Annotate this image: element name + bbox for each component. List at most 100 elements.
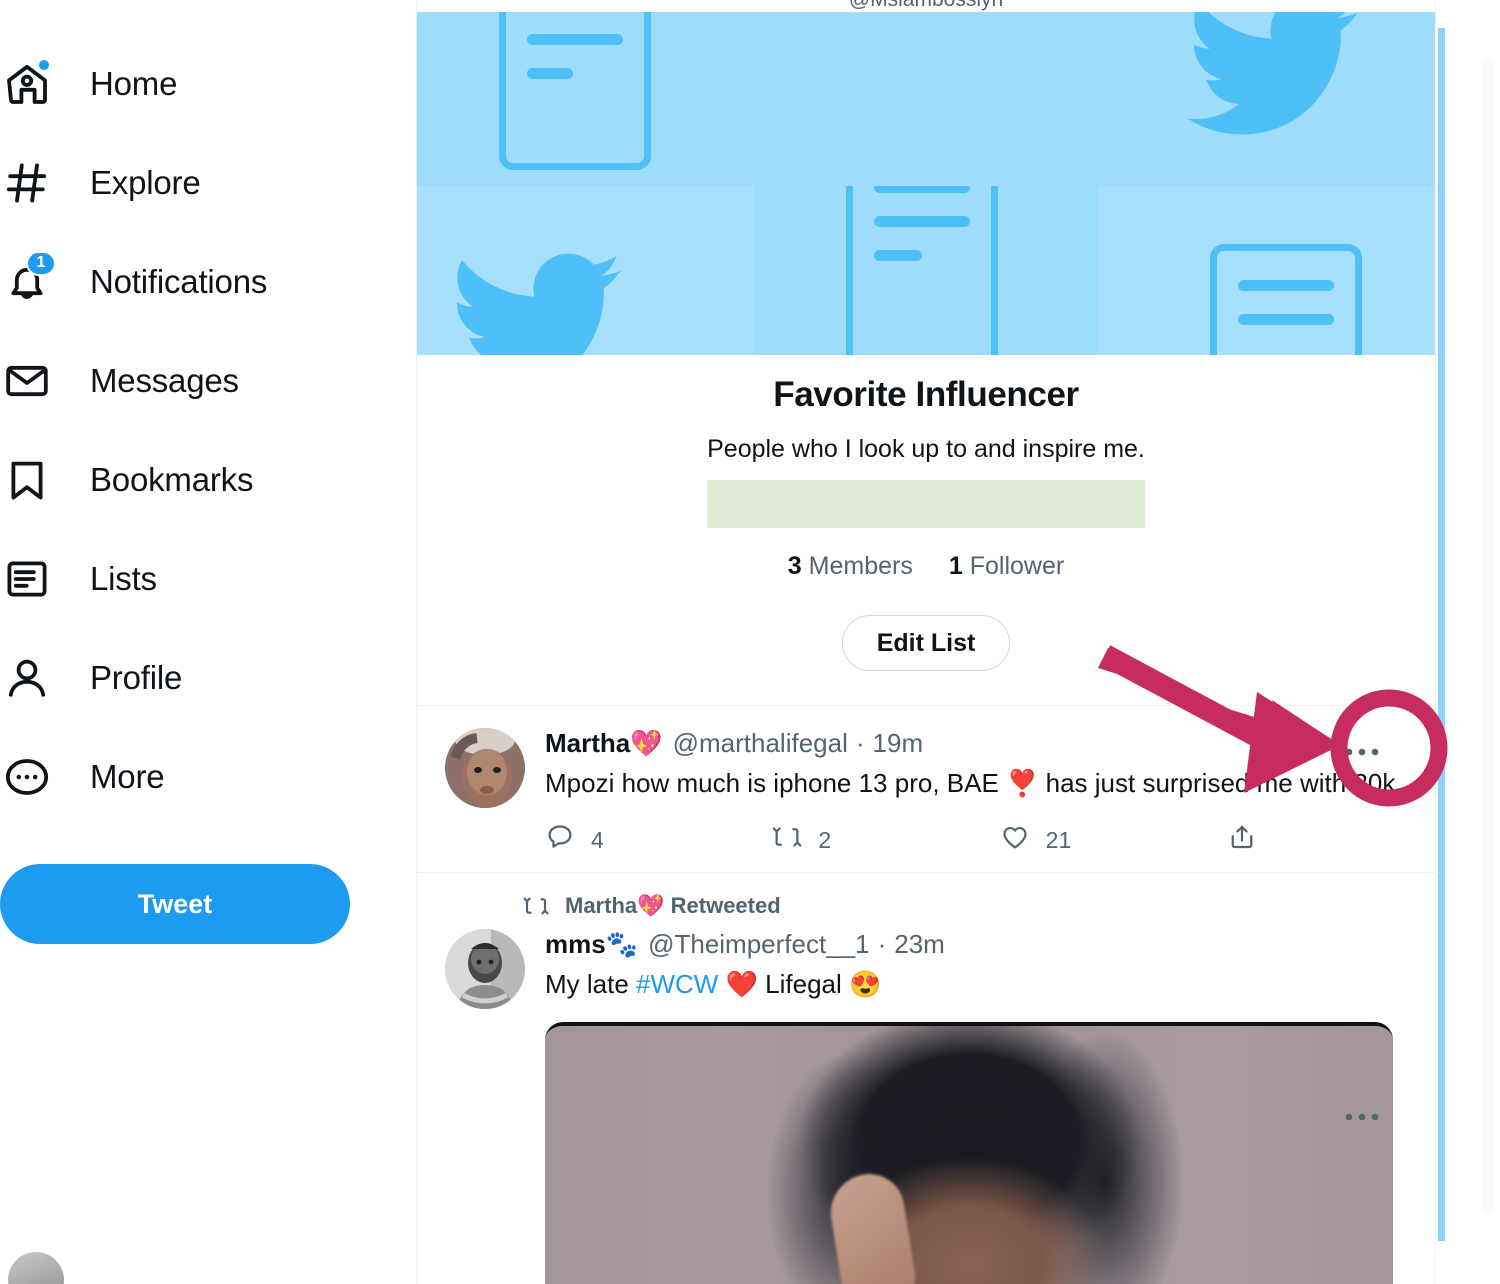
home-badge-dot — [37, 57, 51, 72]
heart-icon — [1000, 822, 1030, 858]
members-label: Members — [808, 552, 913, 580]
sidebar-item-label: More — [90, 757, 165, 795]
more-options-icon[interactable] — [1335, 732, 1389, 772]
author-name[interactable]: mms🐾 — [545, 929, 638, 960]
reply-count: 4 — [591, 826, 604, 853]
sidebar-item-label: Profile — [90, 658, 183, 696]
like-action[interactable]: 21 — [1000, 822, 1227, 858]
tweet-header: mms🐾 @Theimperfect__1 · 23m — [545, 929, 1411, 960]
banner-line — [873, 215, 970, 227]
timestamp[interactable]: 23m — [894, 929, 945, 960]
hashtag-icon — [0, 156, 54, 210]
banner-tile — [417, 185, 754, 355]
bell-icon: 1 — [0, 250, 56, 309]
retweet-count: 2 — [818, 826, 832, 853]
tweet-text-prefix: My late — [545, 969, 637, 1000]
sidebar-item-label: Messages — [90, 361, 239, 399]
banner-line — [527, 68, 573, 79]
person-icon — [0, 651, 54, 705]
table-row[interactable]: Martha💖 Retweeted mms🐾 @Theimperfect__1 … — [417, 872, 1435, 1284]
sidebar-item-home[interactable]: Home — [0, 34, 416, 133]
owner-handle-text: @Msiambosslyn — [849, 0, 1003, 12]
banner-pattern — [417, 12, 1435, 355]
sidebar-item-notifications[interactable]: 1 Notifications — [0, 232, 416, 331]
sidebar-item-lists[interactable]: Lists — [0, 529, 416, 628]
members-stat[interactable]: 3 Members — [788, 552, 913, 581]
author-handle[interactable]: @Theimperfect__1 — [648, 929, 870, 960]
sidebar-item-label: Home — [90, 64, 178, 102]
hashtag-link[interactable]: #WCW — [636, 969, 718, 999]
sidebar-item-label: Notifications — [90, 262, 268, 300]
edit-list-button[interactable]: Edit List — [841, 615, 1011, 671]
banner-tile — [1098, 12, 1435, 182]
banner-tile — [757, 185, 1095, 355]
notifications-badge: 1 — [26, 250, 56, 276]
sidebar-item-label: Explore — [90, 163, 201, 201]
tweet-button[interactable]: Tweet — [0, 864, 350, 944]
tweet-text: My late #WCW ❤️ Lifegal 😍 — [545, 968, 1411, 1001]
banner-tile — [757, 12, 1095, 182]
sidebar-item-profile[interactable]: Profile — [0, 628, 416, 727]
separator: · — [877, 929, 887, 960]
separator: · — [855, 728, 865, 758]
sidebar-item-explore[interactable]: Explore — [0, 133, 416, 232]
sidebar-nav-list: Home Explore 1 Notifications Messages Bo… — [0, 0, 416, 826]
more-circle-icon — [0, 750, 54, 804]
banner-line — [873, 249, 922, 261]
banner-document-icon — [845, 185, 998, 355]
reply-action[interactable]: 4 — [545, 822, 772, 858]
author-name[interactable]: Martha💖 — [545, 728, 663, 759]
banner-line — [1238, 313, 1335, 325]
main-column: @Msiambosslyn — [416, 0, 1436, 1284]
timestamp[interactable]: 19m — [873, 728, 924, 759]
retweet-icon — [523, 893, 549, 919]
list-banner — [417, 12, 1435, 355]
primary-sidebar: Home Explore 1 Notifications Messages Bo… — [0, 0, 416, 1284]
twitter-bird-icon — [1188, 12, 1359, 135]
page-scrollbar[interactable] — [1481, 56, 1495, 1216]
twitter-bird-icon — [456, 253, 621, 355]
tweet-media[interactable] — [545, 1021, 1393, 1284]
sidebar-item-bookmarks[interactable]: Bookmarks — [0, 430, 416, 529]
page-title: Favorite Influencer — [773, 375, 1079, 414]
edit-list-wrap: Edit List — [417, 615, 1435, 705]
ellipsis-glyph — [1345, 1113, 1379, 1121]
more-options-icon[interactable] — [1335, 1097, 1389, 1137]
like-count: 21 — [1045, 826, 1072, 853]
tweet-body: mms🐾 @Theimperfect__1 · 23m My late #WCW… — [525, 929, 1411, 1284]
mms-avatar-image — [445, 929, 525, 1010]
sidebar-item-label: Lists — [90, 559, 157, 597]
banner-tile — [1098, 185, 1435, 355]
sidebar-item-more[interactable]: More — [0, 727, 416, 826]
sidebar-item-messages[interactable]: Messages — [0, 331, 416, 430]
edge-strip — [1438, 28, 1445, 1241]
retweet-action[interactable]: 2 — [772, 822, 999, 858]
list-icon — [0, 552, 54, 606]
reply-icon — [545, 822, 575, 858]
share-icon — [1227, 822, 1257, 858]
bookmark-icon — [0, 453, 54, 507]
banner-line — [1238, 279, 1335, 291]
members-count: 3 — [787, 552, 802, 580]
author-handle[interactable]: @marthalifegal — [673, 728, 848, 759]
ellipsis-glyph — [1345, 748, 1379, 756]
right-rail — [1438, 0, 1500, 1284]
martha-avatar-image — [445, 728, 525, 808]
twitter-app: Home Explore 1 Notifications Messages Bo… — [0, 0, 1500, 1284]
followers-count: 1 — [948, 552, 963, 580]
retweeted-by-label: Martha💖 Retweeted — [565, 893, 781, 919]
list-description: People who I look up to and inspire me. — [707, 435, 1145, 463]
avatar[interactable] — [445, 929, 525, 1010]
banner-tile — [417, 12, 754, 182]
followers-stat[interactable]: 1 Follower — [949, 552, 1064, 581]
followers-label: Follower — [969, 552, 1065, 580]
account-avatar[interactable] — [8, 1252, 64, 1284]
media-photo — [545, 1025, 1393, 1284]
share-action[interactable] — [1227, 822, 1257, 858]
banner-line — [873, 185, 970, 193]
retweet-context: Martha💖 Retweeted — [445, 873, 1411, 919]
highlight-box — [707, 480, 1145, 528]
clipped-owner-handle: @Msiambosslyn — [417, 0, 1435, 12]
table-row[interactable]: Martha💖 @marthalifegal · 19m Mpozi how m… — [417, 705, 1435, 872]
avatar[interactable] — [445, 728, 525, 808]
